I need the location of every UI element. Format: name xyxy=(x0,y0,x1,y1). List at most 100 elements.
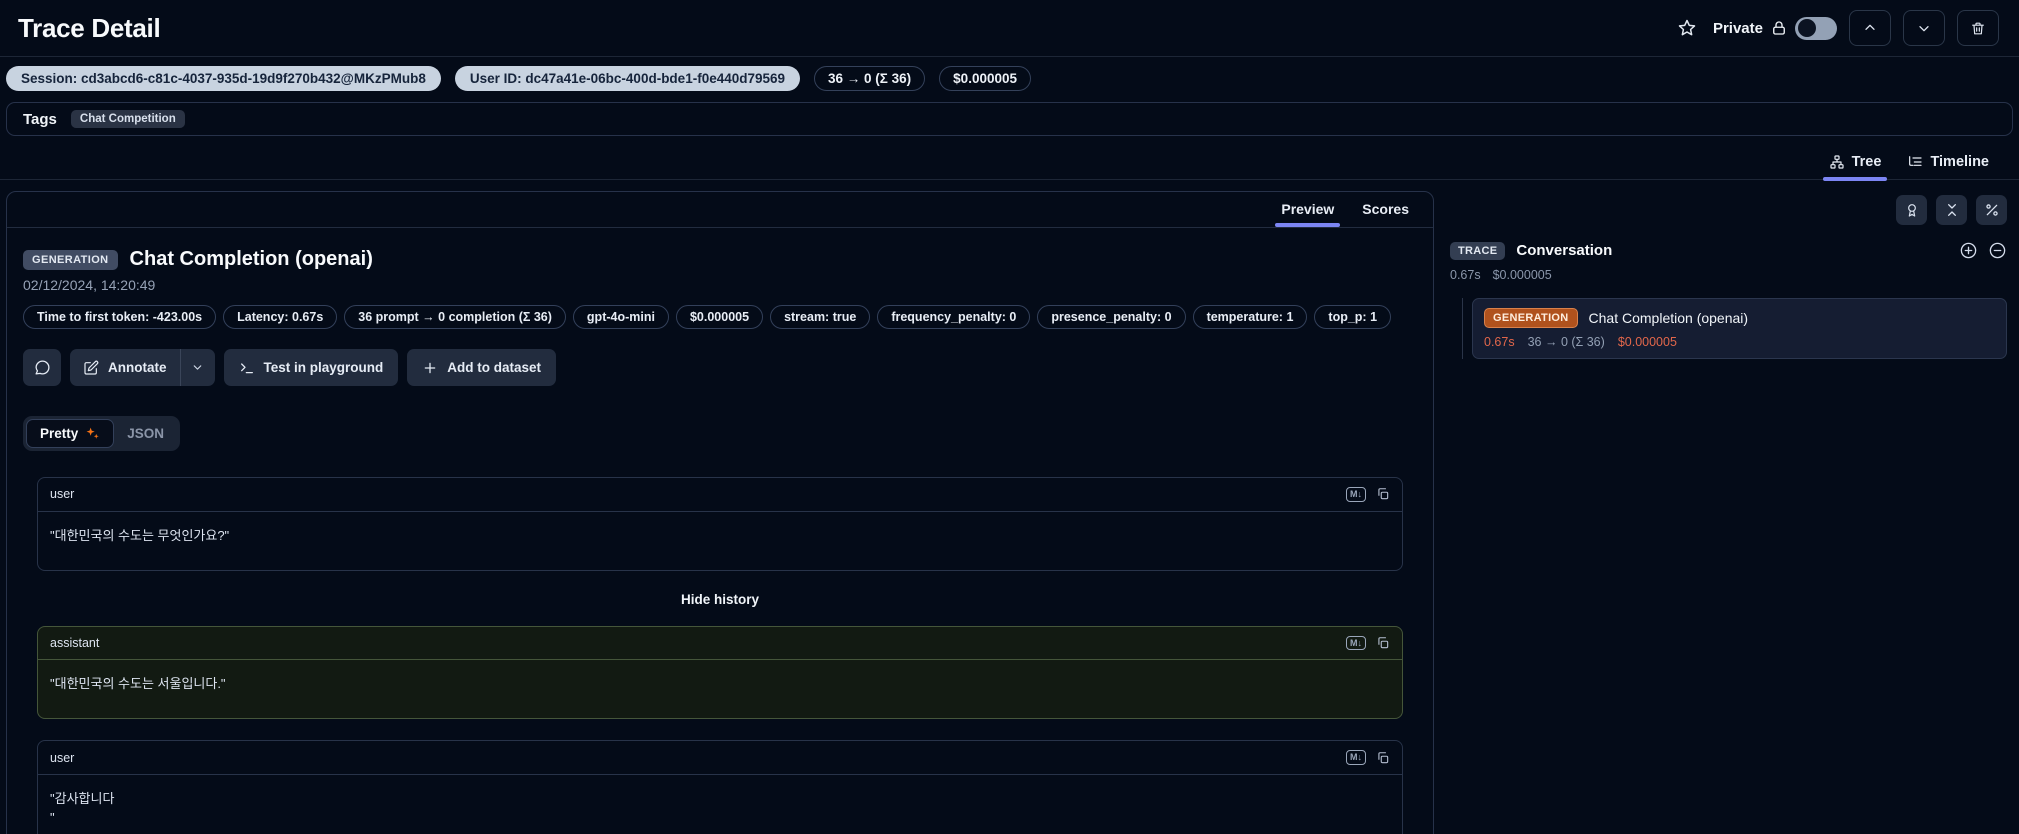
observation-title: Chat Completion (openai) xyxy=(129,248,373,270)
markdown-icon[interactable]: M↓ xyxy=(1346,487,1366,502)
generation-type-badge: GENERATION xyxy=(1484,308,1578,328)
toggle-knob xyxy=(1798,19,1816,37)
message-tools: M↓ xyxy=(1346,635,1390,651)
markdown-icon[interactable]: M↓ xyxy=(1346,750,1366,766)
tags-row: Tags Chat Competition xyxy=(6,102,2013,136)
lock-icon xyxy=(1770,19,1788,37)
tab-scores[interactable]: Scores xyxy=(1350,192,1421,227)
message-content: "감사합니다 " xyxy=(50,791,115,825)
timeline-icon xyxy=(1907,154,1923,170)
chevron-down-icon xyxy=(1916,20,1932,36)
trace-meta-row: Session: cd3abcd6-c81c-4037-935d-19d9f27… xyxy=(0,57,2019,100)
messages-list: user M↓ "대한민국의 수도는 무엇인가요?" Hide history … xyxy=(37,477,1403,834)
annotate-dropdown-button[interactable] xyxy=(181,349,215,386)
copy-button[interactable] xyxy=(1376,487,1390,501)
user-id-badge[interactable]: User ID: dc47a41e-06bc-400d-bde1-f0e440d… xyxy=(454,66,801,91)
annotate-label: Annotate xyxy=(108,360,167,375)
tab-tree[interactable]: Tree xyxy=(1822,154,1888,181)
next-trace-button[interactable] xyxy=(1903,10,1945,46)
observation-body: GENERATION Chat Completion (openai) 02/1… xyxy=(7,228,1433,834)
param-stream: stream: true xyxy=(770,305,871,329)
message-tools: M↓ xyxy=(1346,487,1390,502)
chevron-down-icon xyxy=(191,361,204,374)
message-content: "대한민국의 수도는 서울입니다." xyxy=(50,676,226,692)
node-title-row: GENERATION Chat Completion (openai) xyxy=(1484,308,1995,328)
content-split: Preview Scores GENERATION Chat Completio… xyxy=(0,180,2019,834)
tab-timeline[interactable]: Timeline xyxy=(1907,154,1989,179)
metrics-toggle-button[interactable] xyxy=(1976,195,2007,225)
message-assistant: assistant M↓ "대한민국의 수도는 서울입니다." xyxy=(37,625,1403,720)
metric-latency: Latency: 0.67s xyxy=(223,305,338,329)
node-token-usage: 36 → 0 (Σ 36) xyxy=(1527,335,1605,349)
trace-cost: $0.000005 xyxy=(1492,268,1552,282)
header-actions: Private xyxy=(1673,10,1999,46)
sparkles-icon xyxy=(85,426,100,441)
trace-tree-panel: TRACE Conversation 0.67s $0.000005 GENER… xyxy=(1450,191,2013,359)
message-content: "대한민국의 수도는 무엇인가요?" xyxy=(50,527,230,543)
copy-icon xyxy=(1376,636,1390,650)
scores-toggle-button[interactable] xyxy=(1896,195,1927,225)
json-toggle[interactable]: JSON xyxy=(114,420,177,447)
playground-label: Test in playground xyxy=(263,360,384,375)
expand-node-button[interactable] xyxy=(1959,241,1978,260)
collapse-node-button[interactable] xyxy=(1988,241,2007,260)
tree-toolbar xyxy=(1450,195,2007,225)
format-toggle: Pretty JSON xyxy=(23,416,181,451)
copy-button[interactable] xyxy=(1376,636,1390,650)
copy-button[interactable] xyxy=(1376,751,1390,765)
test-in-playground-button[interactable]: Test in playground xyxy=(223,349,399,386)
token-usage-badge: 36 → 0 (Σ 36) xyxy=(814,66,926,91)
node-metrics-row: 0.67s 36 → 0 (Σ 36) $0.000005 xyxy=(1484,335,1995,349)
metric-model[interactable]: gpt-4o-mini xyxy=(572,305,669,329)
param-frequency-penalty: frequency_penalty: 0 xyxy=(877,305,1031,329)
message-header: user M↓ xyxy=(38,741,1402,776)
observation-metrics: Time to first token: -423.00s Latency: 0… xyxy=(23,305,1417,329)
metric-cost: $0.000005 xyxy=(675,305,764,329)
private-toggle[interactable] xyxy=(1795,16,1837,40)
param-top-p: top_p: 1 xyxy=(1314,305,1392,329)
metric-token-usage: 36 prompt → 0 completion (Σ 36) xyxy=(344,305,566,329)
collapse-icon xyxy=(1944,202,1960,218)
tab-preview[interactable]: Preview xyxy=(1269,192,1346,227)
node-cost: $0.000005 xyxy=(1617,335,1677,349)
observation-card: Preview Scores GENERATION Chat Completio… xyxy=(6,191,1434,834)
param-presence-penalty: presence_penalty: 0 xyxy=(1037,305,1186,329)
tab-timeline-label: Timeline xyxy=(1930,154,1989,170)
pretty-label: Pretty xyxy=(40,426,79,441)
observation-tabs: Preview Scores xyxy=(7,192,1433,228)
markdown-icon[interactable]: M↓ xyxy=(1346,635,1366,651)
session-badge[interactable]: Session: cd3abcd6-c81c-4037-935d-19d9f27… xyxy=(6,66,441,91)
collapse-all-button[interactable] xyxy=(1936,195,1967,225)
message-role: user xyxy=(50,750,75,765)
comment-button[interactable] xyxy=(23,349,61,386)
node-latency: 0.67s xyxy=(1484,335,1515,349)
comment-icon xyxy=(34,359,51,376)
annotate-button[interactable]: Annotate xyxy=(70,349,180,386)
tree-node-generation[interactable]: GENERATION Chat Completion (openai) 0.67… xyxy=(1472,298,2007,359)
message-user-1: user M↓ "대한민국의 수도는 무엇인가요?" xyxy=(37,477,1403,571)
tags-label: Tags xyxy=(23,110,57,128)
message-user-2: user M↓ "감사합니다 " xyxy=(37,740,1403,834)
tag-chat-competition[interactable]: Chat Competition xyxy=(70,110,185,128)
node-name: Chat Completion (openai) xyxy=(1588,310,1749,326)
hide-history-button[interactable]: Hide history xyxy=(37,592,1403,607)
observation-header: GENERATION Chat Completion (openai) xyxy=(23,248,1417,271)
delete-trace-button[interactable] xyxy=(1957,10,1999,46)
previous-trace-button[interactable] xyxy=(1849,10,1891,46)
award-icon xyxy=(1904,202,1920,218)
add-to-dataset-button[interactable]: Add to dataset xyxy=(407,349,557,386)
pretty-toggle[interactable]: Pretty xyxy=(26,419,115,448)
annotate-split-button: Annotate xyxy=(70,349,215,386)
tree-icon xyxy=(1829,154,1845,170)
chevron-up-icon xyxy=(1862,20,1878,36)
annotate-pencil-icon xyxy=(83,360,99,376)
page-header: Trace Detail Private xyxy=(0,0,2019,56)
param-temperature: temperature: 1 xyxy=(1192,305,1308,329)
bookmark-star-button[interactable] xyxy=(1673,14,1701,42)
trace-name: Conversation xyxy=(1516,242,1613,259)
tree-zoom-controls xyxy=(1959,241,2007,260)
terminal-icon xyxy=(239,360,255,376)
trace-root-row[interactable]: TRACE Conversation xyxy=(1450,241,2007,260)
message-header: assistant M↓ xyxy=(38,627,1402,661)
copy-icon xyxy=(1376,751,1390,765)
